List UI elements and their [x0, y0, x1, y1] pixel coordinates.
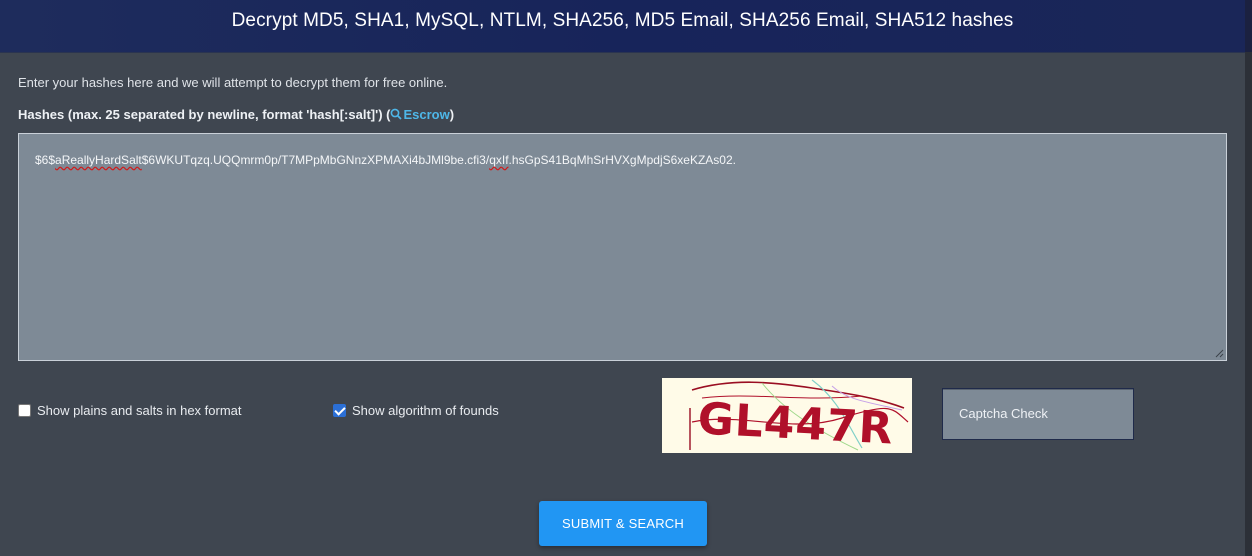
intro-text: Enter your hashes here and we will attem…	[18, 75, 448, 90]
hex-format-label: Show plains and salts in hex format	[37, 403, 242, 418]
hashes-textarea[interactable]: $6$aReallyHardSalt$6WKUTqzq.UQQmrm0p/T7M…	[18, 133, 1227, 361]
hash-segment: $6WKUTqzq.UQQmrm0p/T7MPpMbGNnzXPMAXi4bJM…	[141, 153, 490, 167]
scrollbar-thumb[interactable]	[1245, 0, 1252, 52]
hex-format-option[interactable]: Show plains and salts in hex format	[18, 403, 242, 418]
hash-segment-misspelled: aReallyHardSalt	[55, 153, 142, 167]
escrow-link[interactable]: Escrow	[390, 107, 450, 122]
scrollbar[interactable]	[1245, 0, 1252, 556]
show-algorithm-checkbox[interactable]	[333, 404, 346, 417]
hash-segment-misspelled: qxIf	[489, 153, 509, 167]
hash-segment: $6$	[35, 153, 56, 167]
captcha-image: GL447R	[662, 378, 912, 455]
show-algorithm-label: Show algorithm of founds	[352, 403, 499, 418]
escrow-link-label: Escrow	[403, 107, 450, 122]
page-title: Decrypt MD5, SHA1, MySQL, NTLM, SHA256, …	[231, 10, 1014, 31]
captcha-text: GL447R	[696, 393, 894, 453]
hashes-value: $6$aReallyHardSalt$6WKUTqzq.UQQmrm0p/T7M…	[35, 153, 736, 167]
captcha-input[interactable]: Captcha Check	[942, 388, 1134, 440]
header-bar: Decrypt MD5, SHA1, MySQL, NTLM, SHA256, …	[0, 0, 1245, 52]
hashes-label-suffix: )	[449, 107, 455, 122]
submit-search-button[interactable]: SUBMIT & SEARCH	[539, 501, 707, 546]
hashes-label: Hashes (max. 25 separated by newline, fo…	[18, 107, 454, 122]
hash-segment: .hsGpS41BqMhSrHVXgMpdjS6xeKZAs02.	[508, 153, 736, 167]
search-icon	[391, 108, 403, 120]
show-algorithm-option[interactable]: Show algorithm of founds	[333, 403, 499, 418]
hashes-label-text: Hashes (max. 25 separated by newline, fo…	[18, 107, 391, 122]
hex-format-checkbox[interactable]	[18, 404, 31, 417]
resize-grip-icon[interactable]	[1215, 349, 1224, 358]
